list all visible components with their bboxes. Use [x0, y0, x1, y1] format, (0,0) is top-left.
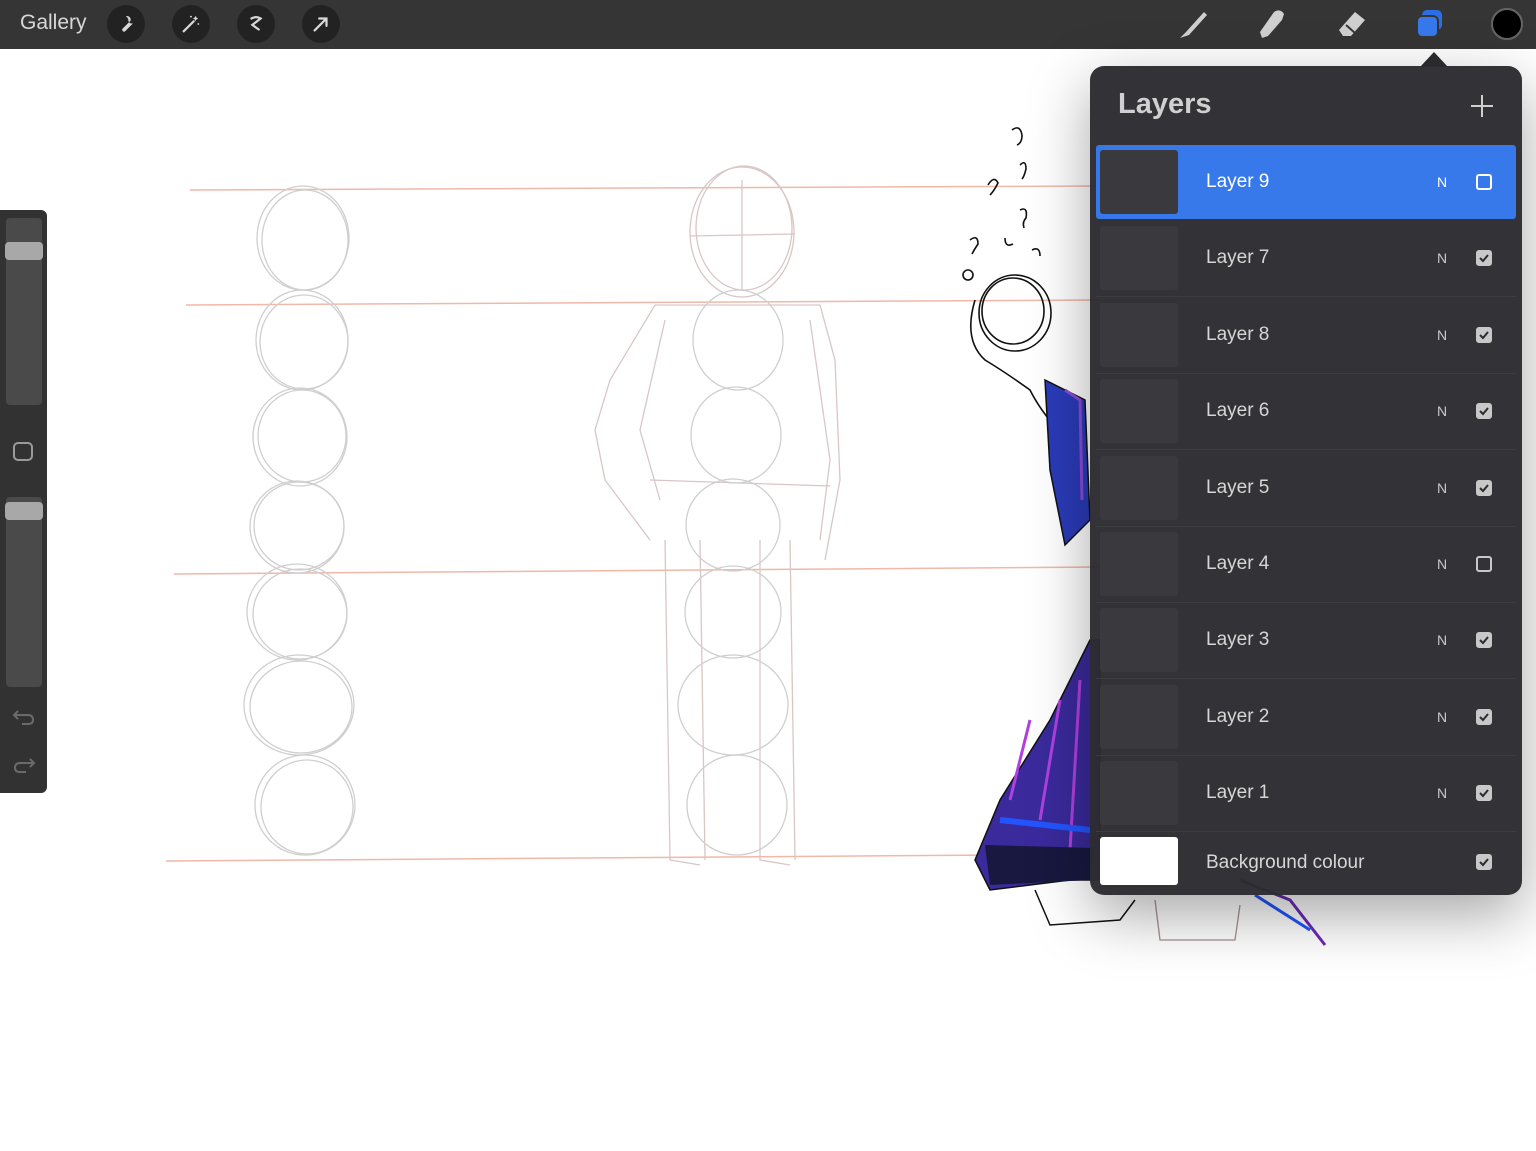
blend-mode-button[interactable]: N	[1437, 327, 1447, 343]
modify-square-icon[interactable]	[13, 442, 33, 461]
layer-name: Layer 3	[1206, 629, 1270, 651]
brush-icon[interactable]	[1176, 6, 1212, 42]
visibility-checkbox[interactable]	[1476, 632, 1492, 649]
visibility-checkbox[interactable]	[1476, 479, 1492, 496]
redo-icon[interactable]	[12, 755, 36, 775]
eraser-icon[interactable]	[1333, 6, 1369, 42]
layer-thumbnail[interactable]	[1100, 608, 1178, 673]
background-thumbnail[interactable]	[1100, 837, 1178, 885]
opacity-handle[interactable]	[5, 502, 43, 521]
smudge-icon[interactable]	[1254, 6, 1290, 42]
layers-icon[interactable]	[1412, 6, 1448, 42]
brush-size-handle[interactable]	[5, 241, 43, 260]
color-picker-button[interactable]	[1491, 8, 1523, 40]
opacity-slider[interactable]	[6, 497, 42, 687]
layer-thumbnail[interactable]	[1100, 532, 1178, 596]
visibility-checkbox[interactable]	[1476, 174, 1492, 190]
background-colour-row[interactable]: Background colour	[1096, 832, 1516, 894]
visibility-checkbox[interactable]	[1476, 326, 1492, 343]
layer-row[interactable]: Layer 7 N	[1096, 221, 1516, 298]
layer-name: Layer 4	[1206, 553, 1270, 574]
magic-wand-icon[interactable]	[172, 5, 210, 43]
layer-row[interactable]: Layer 9 N	[1096, 145, 1516, 219]
layer-name: Layer 5	[1206, 476, 1270, 498]
gallery-button[interactable]: Gallery	[20, 11, 87, 35]
layer-name: Layer 8	[1206, 323, 1270, 345]
layer-row[interactable]: Layer 1 N	[1096, 756, 1516, 833]
blend-mode-button[interactable]: N	[1437, 709, 1447, 725]
plus-icon[interactable]	[1468, 92, 1496, 120]
blend-mode-button[interactable]: N	[1437, 174, 1447, 190]
layer-thumbnail[interactable]	[1100, 379, 1178, 444]
undo-icon[interactable]	[12, 707, 36, 727]
visibility-checkbox[interactable]	[1476, 250, 1492, 267]
layer-name: Layer 1	[1206, 782, 1270, 804]
visibility-checkbox[interactable]	[1476, 708, 1492, 725]
blend-mode-button[interactable]: N	[1437, 480, 1447, 496]
visibility-checkbox[interactable]	[1476, 403, 1492, 420]
layer-row[interactable]: Layer 8 N	[1096, 298, 1516, 374]
layer-row[interactable]: Layer 5 N	[1096, 451, 1516, 527]
selection-icon[interactable]	[237, 5, 275, 43]
left-sidebar	[0, 210, 47, 793]
blend-mode-button[interactable]: N	[1437, 632, 1447, 648]
layer-thumbnail[interactable]	[1100, 761, 1178, 826]
layer-row[interactable]: Layer 2 N	[1096, 680, 1516, 756]
background-label: Background colour	[1206, 852, 1365, 873]
layer-name: Layer 7	[1206, 247, 1270, 269]
blend-mode-button[interactable]: N	[1437, 250, 1447, 266]
visibility-checkbox[interactable]	[1476, 854, 1492, 870]
layer-thumbnail[interactable]	[1100, 150, 1178, 214]
panel-pointer	[1420, 52, 1448, 67]
layer-row[interactable]: Layer 4 N	[1096, 527, 1516, 603]
layer-name: Layer 9	[1206, 171, 1270, 192]
panel-title: Layers	[1118, 88, 1212, 120]
visibility-checkbox[interactable]	[1476, 556, 1492, 572]
layer-thumbnail[interactable]	[1100, 684, 1178, 749]
layer-name: Layer 2	[1206, 705, 1270, 727]
blend-mode-button[interactable]: N	[1437, 556, 1447, 572]
layers-panel: Layers Layer 9 N Layer 7 N Layer 8 N Layer 6NL…	[1090, 66, 1522, 895]
layer-row[interactable]: Layer 6 N	[1096, 374, 1516, 451]
visibility-checkbox[interactable]	[1476, 785, 1492, 802]
layer-row[interactable]: Layer 3 N	[1096, 603, 1516, 680]
layer-name: Layer 6	[1206, 400, 1270, 422]
layer-thumbnail[interactable]	[1100, 226, 1178, 291]
wrench-icon[interactable]	[107, 5, 145, 43]
transform-arrow-icon[interactable]	[302, 5, 340, 43]
layer-thumbnail[interactable]	[1100, 455, 1178, 520]
blend-mode-button[interactable]: N	[1437, 785, 1447, 801]
layer-thumbnail[interactable]	[1100, 302, 1178, 367]
blend-mode-button[interactable]: N	[1437, 403, 1447, 419]
top-toolbar: Gallery	[0, 0, 1536, 49]
